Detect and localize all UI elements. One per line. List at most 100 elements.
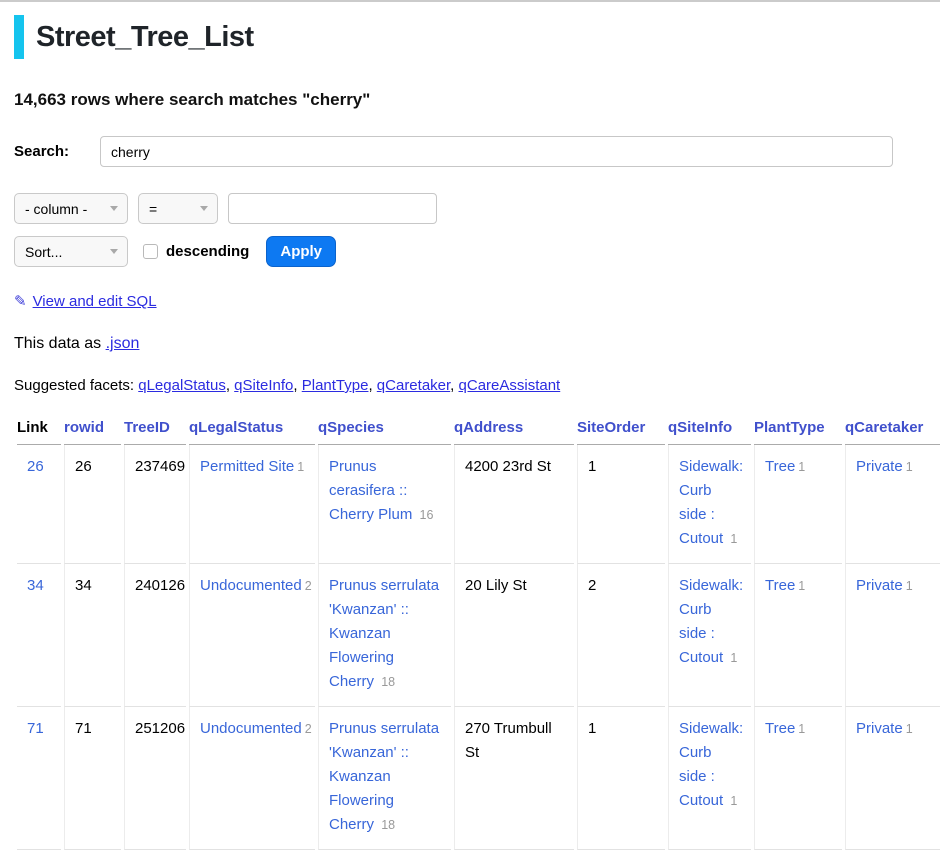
sort-by-qsiteinfo-link[interactable]: qSiteInfo [668,419,732,436]
facet-value-link[interactable]: Prunus serrulata 'Kwanzan' :: Kwanzan Fl… [329,720,439,833]
cell-planttype: Tree1 [754,564,842,707]
sort-by-planttype-link[interactable]: PlantType [754,419,825,436]
cell-rowid: 71 [64,707,121,850]
cell-qsiteinfo: Sidewalk: Curb side : Cutout 1 [668,445,751,564]
sort-by-qlegalstatus-link[interactable]: qLegalStatus [189,419,283,436]
cell-qcaretaker: Private1 [845,707,940,850]
accent-bar [14,15,24,59]
sort-select[interactable]: Sort... [14,236,128,267]
row-detail-link[interactable]: 26 [27,458,44,475]
page-content: Street_Tree_List 14,663 rows where searc… [0,15,940,850]
column-header-rowid: rowid [64,415,121,445]
column-select-wrap: - column - [14,193,128,224]
cell-link: 34 [17,564,61,707]
json-link[interactable]: .json [106,335,140,352]
cell-qlegalstatus: Undocumented2 [189,707,315,850]
facet-value-link[interactable]: Prunus serrulata 'Kwanzan' :: Kwanzan Fl… [329,577,439,690]
cell-qspecies: Prunus serrulata 'Kwanzan' :: Kwanzan Fl… [318,707,451,850]
facet-count: 18 [381,818,395,832]
facet-count: 1 [798,460,805,474]
cell-siteorder: 1 [577,707,665,850]
facet-value-link[interactable]: Undocumented [200,577,302,594]
data-as-prefix: This data as [14,335,106,352]
facet-link-planttype[interactable]: PlantType [302,377,369,394]
filter-column-select[interactable]: - column - [14,193,128,224]
cell-planttype: Tree1 [754,707,842,850]
facet-count: 1 [730,532,737,546]
facet-link-qsiteinfo[interactable]: qSiteInfo [234,377,293,394]
facet-value-link[interactable]: Permitted Site [200,458,294,475]
facet-value-link[interactable]: Private [856,720,903,737]
row-detail-link[interactable]: 34 [27,577,44,594]
view-edit-sql-link[interactable]: View and edit SQL [33,293,157,310]
facet-count: 1 [730,794,737,808]
facet-link-qlegalstatus[interactable]: qLegalStatus [138,377,226,394]
facet-count: 1 [906,579,913,593]
facet-value-link[interactable]: Private [856,577,903,594]
data-as-row: This data as .json [14,335,940,353]
cell-qspecies: Prunus serrulata 'Kwanzan' :: Kwanzan Fl… [318,564,451,707]
suggested-facets: Suggested facets: qLegalStatusqSiteInfoP… [14,377,940,394]
facet-item: qCaretaker [377,377,459,394]
sort-by-siteorder-link[interactable]: SiteOrder [577,419,645,436]
column-header-qlegalstatus: qLegalStatus [189,415,315,445]
facet-count: 1 [906,460,913,474]
facet-value-link[interactable]: Tree [765,577,795,594]
cell-link: 26 [17,445,61,564]
apply-button[interactable]: Apply [266,236,336,267]
cell-rowid: 26 [64,445,121,564]
facet-value-link[interactable]: Prunus cerasifera :: Cherry Plum [329,458,412,523]
cell-siteorder: 1 [577,445,665,564]
page-title: Street_Tree_List [36,21,254,54]
search-input[interactable] [100,136,893,167]
cell-qsiteinfo: Sidewalk: Curb side : Cutout 1 [668,564,751,707]
column-header-qspecies: qSpecies [318,415,451,445]
sort-row: Sort... descending Apply [14,236,940,267]
sort-by-treeid-link[interactable]: TreeID [124,419,170,436]
column-header-treeid: TreeID [124,415,186,445]
facet-item: qSiteInfo [234,377,302,394]
sort-by-rowid-link[interactable]: rowid [64,419,104,436]
column-header-qsiteinfo: qSiteInfo [668,415,751,445]
column-header-qaddress: qAddress [454,415,574,445]
facet-count: 18 [381,675,395,689]
facet-link-qcareassistant[interactable]: qCareAssistant [459,377,561,394]
column-header-qcaretaker: qCaretaker [845,415,940,445]
row-detail-link[interactable]: 71 [27,720,44,737]
search-label: Search: [14,143,100,160]
facet-item: qLegalStatus [138,377,234,394]
facet-count: 2 [305,722,312,736]
facet-count: 1 [798,722,805,736]
filter-value-input[interactable] [228,193,437,224]
descending-checkbox[interactable] [143,244,158,259]
filter-row: - column - = [14,193,940,224]
sort-select-wrap: Sort... [14,236,128,267]
facet-count: 16 [420,508,434,522]
op-select-wrap: = [128,193,218,224]
sort-by-qcaretaker-link[interactable]: qCaretaker [845,419,923,436]
cell-qcaretaker: Private1 [845,445,940,564]
cell-treeid: 237469 [124,445,186,564]
facet-value-link[interactable]: Private [856,458,903,475]
sort-by-qaddress-link[interactable]: qAddress [454,419,523,436]
facet-link-qcaretaker[interactable]: qCaretaker [377,377,450,394]
cell-treeid: 251206 [124,707,186,850]
descending-label: descending [166,243,249,260]
cell-qaddress: 20 Lily St [454,564,574,707]
cell-qaddress: 4200 23rd St [454,445,574,564]
column-header-link: Link [17,415,61,445]
column-header-siteorder: SiteOrder [577,415,665,445]
cell-rowid: 34 [64,564,121,707]
facet-count: 1 [730,651,737,665]
facet-value-link[interactable]: Tree [765,458,795,475]
sql-link-row: ✎View and edit SQL [14,292,940,310]
cell-qspecies: Prunus cerasifera :: Cherry Plum 16 [318,445,451,564]
facet-value-link[interactable]: Tree [765,720,795,737]
facet-value-link[interactable]: Undocumented [200,720,302,737]
filter-operator-select[interactable]: = [138,193,218,224]
cell-siteorder: 2 [577,564,665,707]
sort-by-qspecies-link[interactable]: qSpecies [318,419,384,436]
table-row: 26 26 237469 Permitted Site 1 Prunus cera… [17,445,940,564]
cell-qcaretaker: Private1 [845,564,940,707]
cell-qsiteinfo: Sidewalk: Curb side : Cutout 1 [668,707,751,850]
